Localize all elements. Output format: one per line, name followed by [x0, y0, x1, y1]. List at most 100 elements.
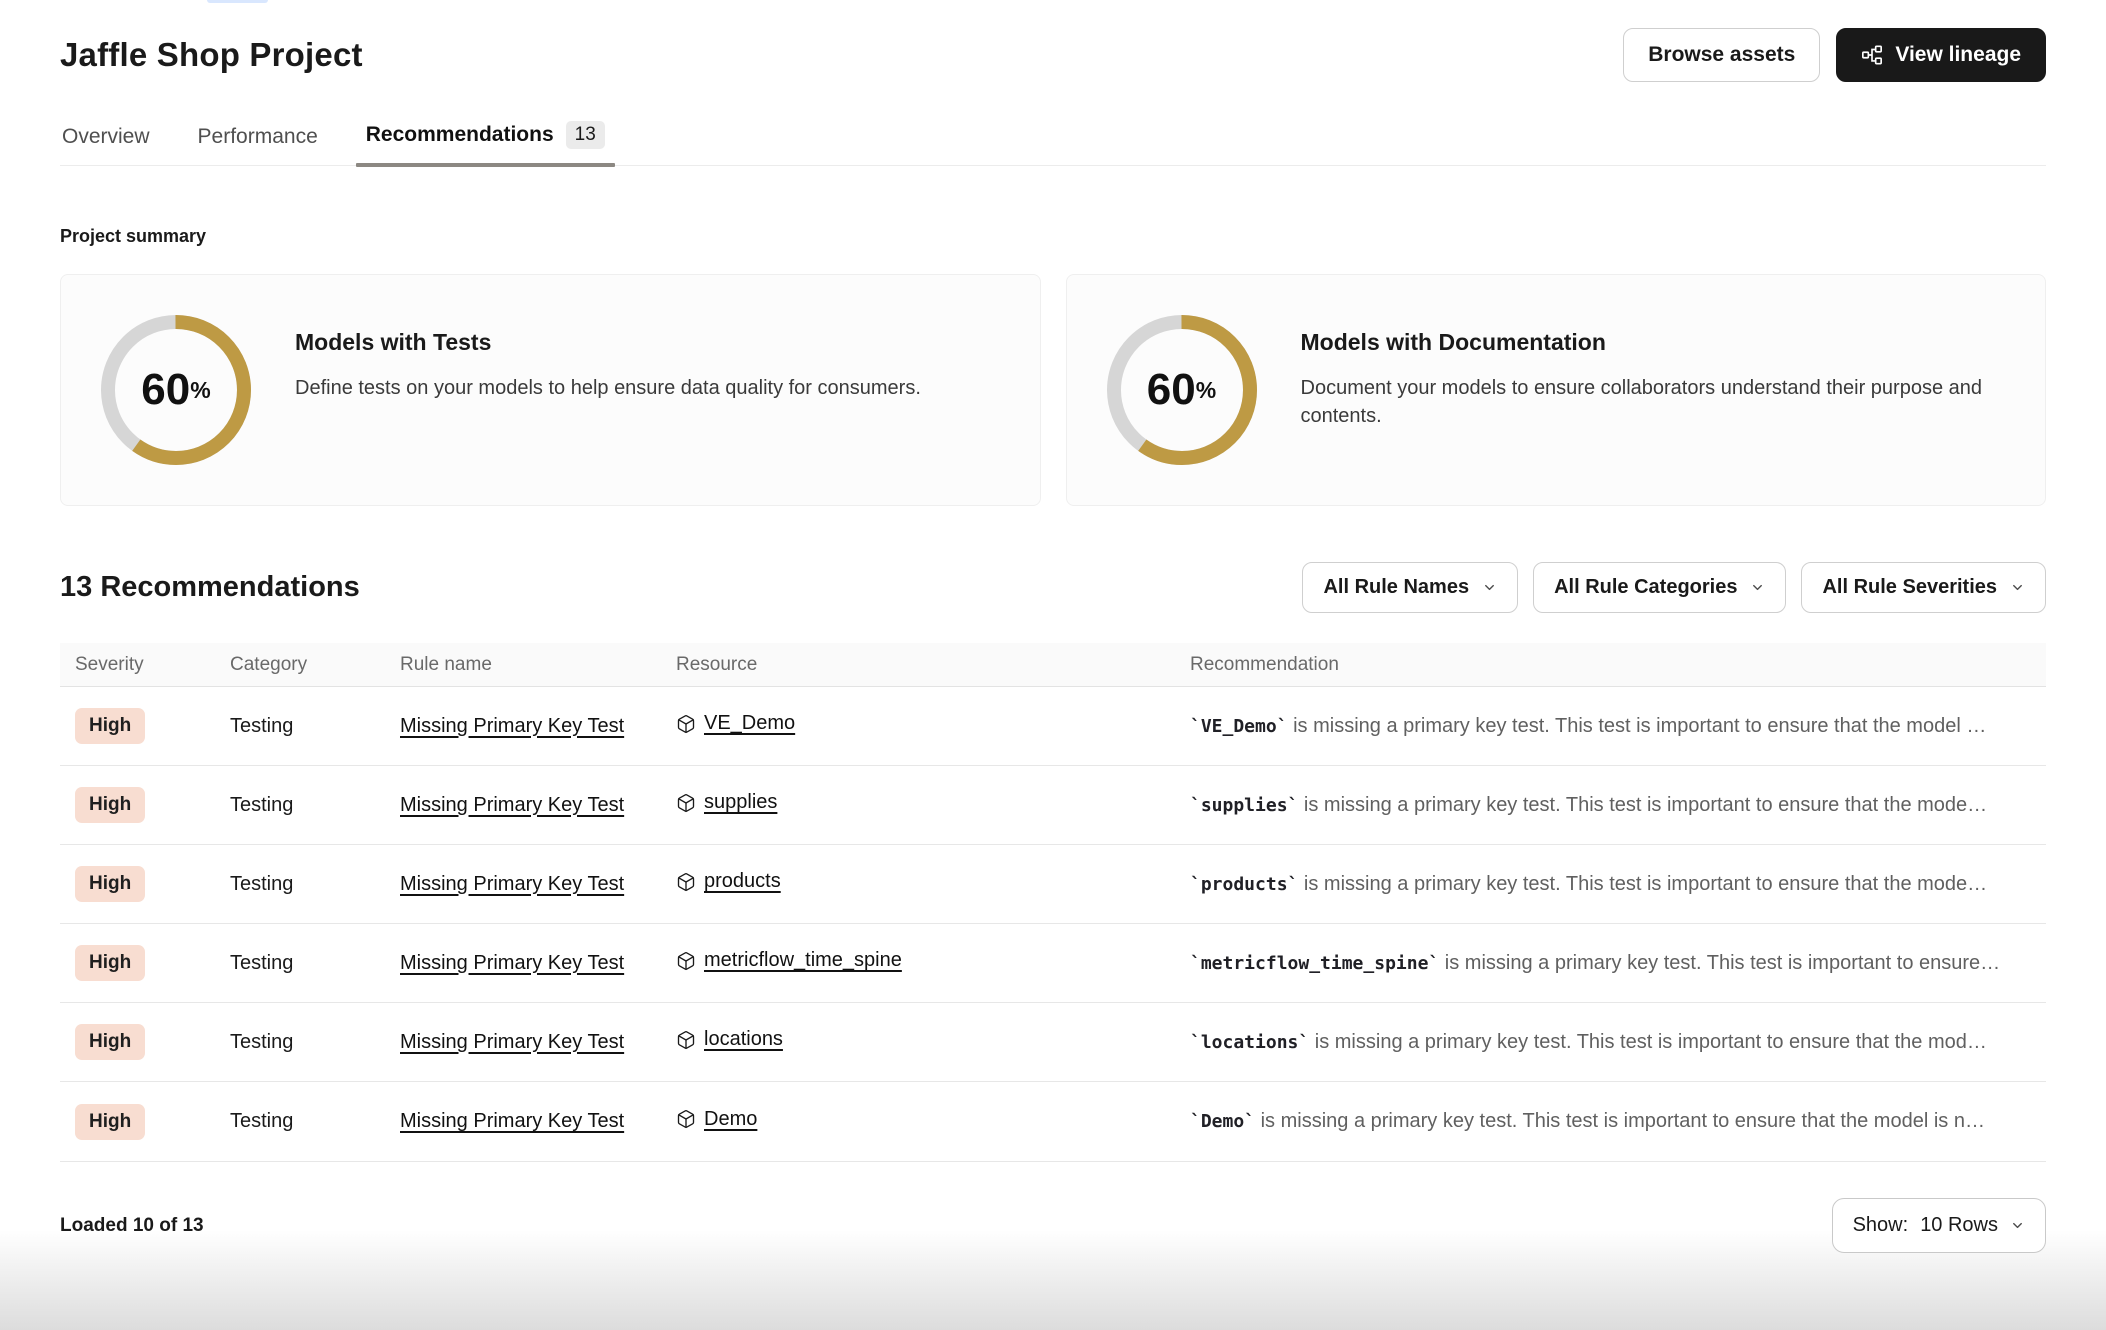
table-row: High Testing Missing Primary Key Test su… — [60, 766, 2046, 845]
project-summary-label: Project summary — [60, 226, 2046, 247]
tab-recommendations-label: Recommendations — [366, 123, 554, 147]
model-box-icon — [676, 714, 696, 734]
donut-percent-symbol: % — [1196, 377, 1216, 404]
donut-percent-symbol: % — [190, 377, 210, 404]
view-lineage-label: View lineage — [1895, 43, 2021, 67]
table-row: High Testing Missing Primary Key Test pr… — [60, 845, 2046, 924]
recommendation-cell: `locations` is missing a primary key tes… — [1175, 1031, 2046, 1054]
page-header: Jaffle Shop Project Browse assets View l… — [0, 0, 2106, 86]
recommendation-text: is missing a primary key test. This test… — [1439, 952, 2000, 974]
show-rows-dropdown[interactable]: Show: 10 Rows — [1832, 1198, 2046, 1253]
tab-overview[interactable]: Overview — [60, 125, 152, 165]
category-cell: Testing — [215, 873, 385, 896]
severity-badge: High — [75, 1104, 145, 1140]
category-cell: Testing — [215, 1110, 385, 1133]
donut-center-label: 60 % — [101, 315, 251, 465]
rule-categories-filter[interactable]: All Rule Categories — [1533, 562, 1786, 613]
resource-link[interactable]: locations — [704, 1028, 783, 1051]
recommendation-cell: `Demo` is missing a primary key test. Th… — [1175, 1110, 2046, 1133]
chevron-down-icon — [2010, 580, 2025, 595]
tab-bar: Overview Performance Recommendations 13 — [60, 120, 2046, 166]
category-cell: Testing — [215, 1031, 385, 1054]
resource-link[interactable]: metricflow_time_spine — [704, 949, 902, 972]
chevron-down-icon — [1482, 580, 1497, 595]
header-actions: Browse assets View lineage — [1623, 28, 2046, 82]
recommendation-cell: `metricflow_time_spine` is missing a pri… — [1175, 952, 2046, 975]
table-row: High Testing Missing Primary Key Test me… — [60, 924, 2046, 1003]
column-header-rule-name: Rule name — [385, 654, 661, 676]
browse-assets-label: Browse assets — [1648, 43, 1795, 67]
card-text: Models with Tests Define tests on your m… — [295, 315, 921, 402]
donut-percent-value: 60 — [141, 365, 190, 415]
rule-categories-filter-label: All Rule Categories — [1554, 576, 1737, 599]
resource-code: `metricflow_time_spine` — [1190, 953, 1439, 974]
donut-chart-tests: 60 % — [101, 315, 251, 465]
tab-performance-label: Performance — [198, 125, 318, 149]
category-cell: Testing — [215, 794, 385, 817]
resource-link[interactable]: supplies — [704, 791, 777, 814]
severity-badge: High — [75, 866, 145, 902]
severity-badge: High — [75, 708, 145, 744]
tab-performance[interactable]: Performance — [196, 125, 320, 165]
rule-name-link[interactable]: Missing Primary Key Test — [400, 1110, 624, 1132]
top-cutoff-accent — [207, 0, 268, 3]
loaded-count: Loaded 10 of 13 — [60, 1215, 204, 1237]
rule-severities-filter-label: All Rule Severities — [1822, 576, 1997, 599]
lineage-icon — [1861, 44, 1883, 66]
model-box-icon — [676, 793, 696, 813]
rule-name-link[interactable]: Missing Primary Key Test — [400, 715, 624, 737]
model-box-icon — [676, 872, 696, 892]
category-cell: Testing — [215, 715, 385, 738]
rule-name-link[interactable]: Missing Primary Key Test — [400, 1031, 624, 1053]
rule-name-link[interactable]: Missing Primary Key Test — [400, 794, 624, 816]
recommendation-cell: `VE_Demo` is missing a primary key test.… — [1175, 715, 2046, 738]
model-box-icon — [676, 951, 696, 971]
chevron-down-icon — [1750, 580, 1765, 595]
card-description: Document your models to ensure collabora… — [1301, 374, 2001, 430]
model-box-icon — [676, 1109, 696, 1129]
recommendations-table: Severity Category Rule name Resource Rec… — [60, 643, 2046, 1162]
recommendations-heading: 13 Recommendations — [60, 571, 360, 604]
resource-code: `locations` — [1190, 1032, 1309, 1053]
donut-center-label: 60 % — [1107, 315, 1257, 465]
summary-cards: 60 % Models with Tests Define tests on y… — [60, 274, 2046, 506]
rule-name-link[interactable]: Missing Primary Key Test — [400, 873, 624, 895]
summary-card-docs: 60 % Models with Documentation Document … — [1066, 274, 2047, 506]
tab-recommendations-count-badge: 13 — [566, 121, 605, 149]
model-box-icon — [676, 1030, 696, 1050]
resource-code: `supplies` — [1190, 795, 1298, 816]
rule-names-filter[interactable]: All Rule Names — [1302, 562, 1518, 613]
table-row: High Testing Missing Primary Key Test VE… — [60, 687, 2046, 766]
recommendation-text: is missing a primary key test. This test… — [1288, 715, 1987, 737]
table-row: High Testing Missing Primary Key Test lo… — [60, 1003, 2046, 1082]
column-header-recommendation: Recommendation — [1175, 654, 2046, 676]
resource-code: `products` — [1190, 874, 1298, 895]
view-lineage-button[interactable]: View lineage — [1836, 28, 2046, 82]
browse-assets-button[interactable]: Browse assets — [1623, 28, 1820, 82]
tab-recommendations[interactable]: Recommendations 13 — [364, 121, 607, 165]
chevron-down-icon — [2010, 1218, 2025, 1233]
recommendations-bar: 13 Recommendations All Rule Names All Ru… — [60, 562, 2046, 613]
page-title: Jaffle Shop Project — [60, 36, 363, 74]
recommendation-cell: `supplies` is missing a primary key test… — [1175, 794, 2046, 817]
column-header-resource: Resource — [661, 654, 1175, 676]
resource-link[interactable]: products — [704, 870, 781, 893]
resource-code: `Demo` — [1190, 1111, 1255, 1132]
donut-chart-docs: 60 % — [1107, 315, 1257, 465]
table-header-row: Severity Category Rule name Resource Rec… — [60, 643, 2046, 687]
rule-name-link[interactable]: Missing Primary Key Test — [400, 952, 624, 974]
resource-link[interactable]: Demo — [704, 1108, 757, 1131]
recommendation-text: is missing a primary key test. This test… — [1298, 794, 1987, 816]
recommendation-text: is missing a primary key test. This test… — [1255, 1110, 1985, 1132]
tab-overview-label: Overview — [62, 125, 150, 149]
recommendation-text: is missing a primary key test. This test… — [1309, 1031, 1987, 1053]
resource-link[interactable]: VE_Demo — [704, 712, 795, 735]
table-row: High Testing Missing Primary Key Test De… — [60, 1082, 2046, 1161]
summary-card-tests: 60 % Models with Tests Define tests on y… — [60, 274, 1041, 506]
donut-percent-value: 60 — [1147, 365, 1196, 415]
show-rows-value: 10 Rows — [1920, 1214, 1998, 1237]
column-header-severity: Severity — [60, 654, 215, 676]
card-description: Define tests on your models to help ensu… — [295, 374, 921, 402]
column-header-category: Category — [215, 654, 385, 676]
rule-severities-filter[interactable]: All Rule Severities — [1801, 562, 2046, 613]
